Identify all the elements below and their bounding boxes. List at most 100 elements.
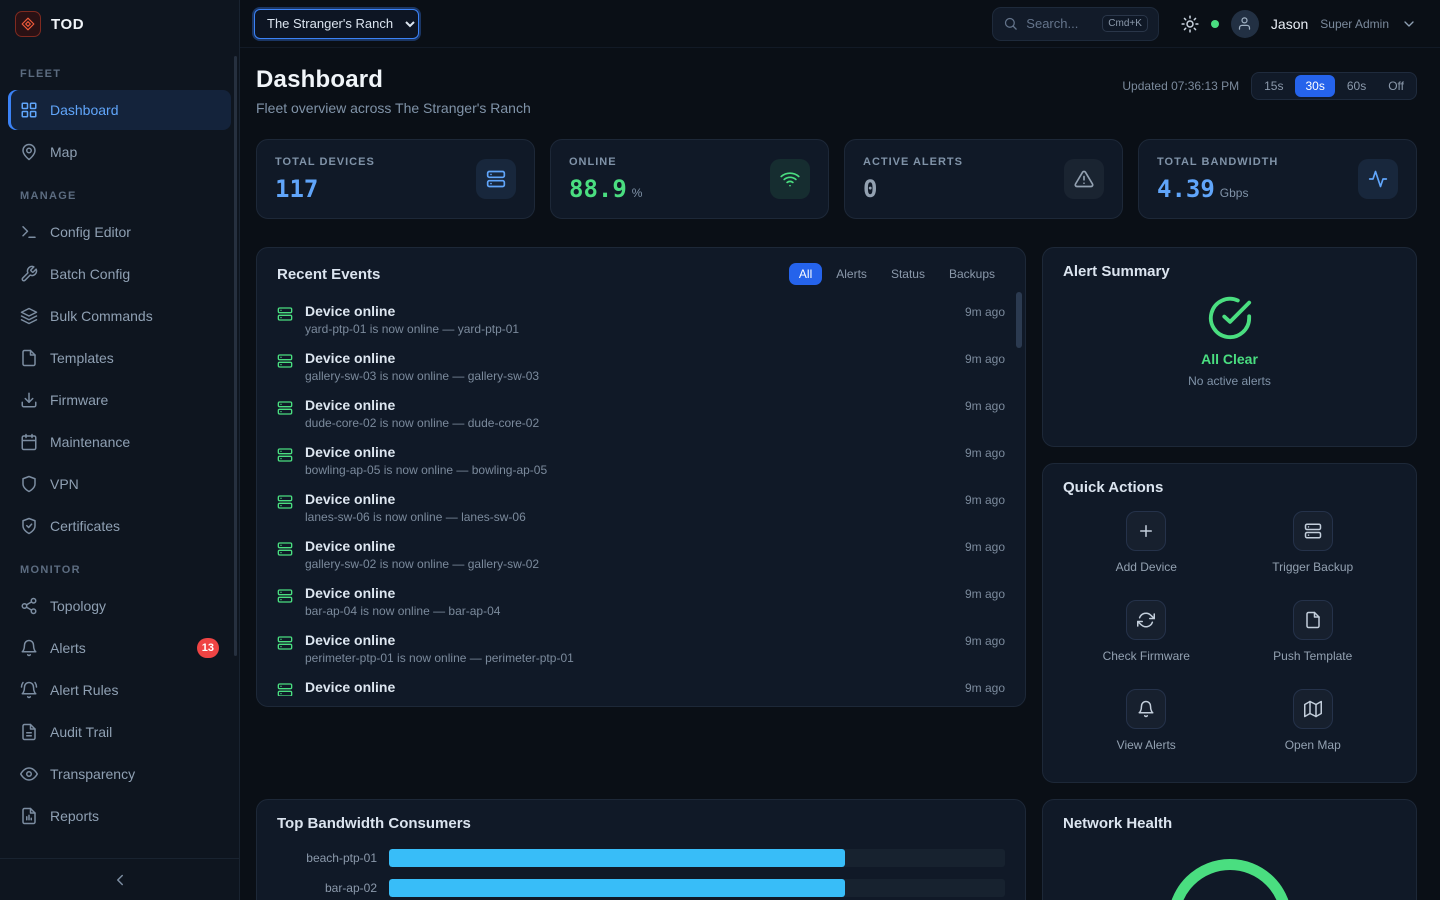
event-title: Device online <box>305 350 539 366</box>
event-title: Device online <box>305 303 519 319</box>
file-icon <box>20 349 38 367</box>
chevron-down-icon <box>1401 16 1417 32</box>
file-icon <box>1293 600 1333 640</box>
refresh-60s-button[interactable]: 60s <box>1337 75 1376 97</box>
avatar[interactable] <box>1231 10 1259 38</box>
topbar: The Stranger's Ranch Cmd+K Jason Super A… <box>240 0 1440 48</box>
sidebar-item-audit-trail[interactable]: Audit Trail <box>8 712 231 752</box>
event-title: Device online <box>305 397 539 413</box>
quick-action-trigger-backup[interactable]: Trigger Backup <box>1272 511 1353 574</box>
sidebar-item-alert-rules[interactable]: Alert Rules <box>8 670 231 710</box>
sidebar-collapse-button[interactable] <box>0 858 239 900</box>
refresh-off-button[interactable]: Off <box>1378 75 1414 97</box>
quick-action-label: Trigger Backup <box>1272 560 1353 574</box>
sidebar-scrollbar[interactable] <box>234 56 237 656</box>
event-row: Device onlinebowling-ap-05 is now online… <box>257 437 1025 484</box>
quick-action-add-device[interactable]: Add Device <box>1116 511 1177 574</box>
bar-track <box>389 879 1005 897</box>
bar-fill <box>389 849 845 867</box>
event-list[interactable]: Device onlineyard-ptp-01 is now online —… <box>257 296 1025 696</box>
quick-action-open-map[interactable]: Open Map <box>1285 689 1341 752</box>
tab-status[interactable]: Status <box>881 263 935 285</box>
search-input[interactable] <box>1026 16 1094 31</box>
bar-track <box>389 849 1005 867</box>
user-name: Jason <box>1271 16 1308 32</box>
refresh-interval-segmented: 15s 30s 60s Off <box>1251 72 1417 100</box>
refresh-30s-button[interactable]: 30s <box>1295 75 1334 97</box>
app-logo-icon <box>15 11 41 37</box>
event-row: Device onlinegallery-sw-03 is now online… <box>257 343 1025 390</box>
shield-icon <box>20 475 38 493</box>
stat-unit: % <box>632 186 643 200</box>
tab-backups[interactable]: Backups <box>939 263 1005 285</box>
report-file-icon <box>20 807 38 825</box>
chevron-left-icon <box>111 871 129 889</box>
event-detail: bowling-ap-05 is now online — bowling-ap… <box>305 463 547 477</box>
topology-share-icon <box>20 597 38 615</box>
bar-category-label: beach-ptp-01 <box>277 851 389 865</box>
refresh-15s-button[interactable]: 15s <box>1254 75 1293 97</box>
sidebar-item-templates[interactable]: Templates <box>8 338 231 378</box>
site-selector[interactable]: The Stranger's Ranch <box>254 9 419 39</box>
app-root: TOD FLEET Dashboard Map MANAGE Config Ed… <box>0 0 1440 900</box>
sidebar-item-batch-config[interactable]: Batch Config <box>8 254 231 294</box>
theme-toggle-button[interactable] <box>1181 15 1199 33</box>
stat-card-online: ONLINE 88.9% <box>550 139 829 219</box>
sidebar-item-firmware[interactable]: Firmware <box>8 380 231 420</box>
page-subtitle: Fleet overview across The Stranger's Ran… <box>256 100 531 116</box>
network-health-title: Network Health <box>1063 815 1172 832</box>
device-server-icon <box>277 353 293 369</box>
sidebar-item-transparency[interactable]: Transparency <box>8 754 231 794</box>
network-health-gauge <box>1168 859 1292 900</box>
sidebar-item-label: Alerts <box>50 640 86 656</box>
stat-cards-row: TOTAL DEVICES 117 ONLINE 88.9% ACTIVE AL… <box>256 139 1417 219</box>
bar-row: beach-ptp-01 <box>257 843 1025 873</box>
event-row: Device onlinebar-ap-04 is now online — b… <box>257 578 1025 625</box>
sidebar-item-label: Alert Rules <box>50 682 118 698</box>
sidebar-item-topology[interactable]: Topology <box>8 586 231 626</box>
network-health-panel: Network Health <box>1042 799 1417 900</box>
event-title: Device online <box>305 632 574 648</box>
alert-summary-title: Alert Summary <box>1063 263 1170 280</box>
sidebar-item-label: VPN <box>50 476 79 492</box>
sidebar-item-dashboard[interactable]: Dashboard <box>8 90 231 130</box>
event-detail: dude-core-02 is now online — dude-core-0… <box>305 416 539 430</box>
bar-fill <box>389 879 845 897</box>
event-time: 9m ago <box>965 305 1005 319</box>
sidebar-item-config-editor[interactable]: Config Editor <box>8 212 231 252</box>
user-menu-toggle[interactable] <box>1401 16 1417 32</box>
tab-alerts[interactable]: Alerts <box>826 263 877 285</box>
left-column: Recent Events All Alerts Status Backups <box>256 247 1026 900</box>
bandwidth-chart-title: Top Bandwidth Consumers <box>277 815 471 832</box>
sidebar-item-alerts[interactable]: Alerts 13 <box>8 628 231 668</box>
sidebar-item-label: Firmware <box>50 392 108 408</box>
device-server-icon <box>277 541 293 557</box>
sidebar-item-map[interactable]: Map <box>8 132 231 172</box>
sidebar-item-maintenance[interactable]: Maintenance <box>8 422 231 462</box>
event-detail: lanes-sw-06 is now online — lanes-sw-06 <box>305 510 526 524</box>
quick-action-check-firmware[interactable]: Check Firmware <box>1103 600 1190 663</box>
quick-action-push-template[interactable]: Push Template <box>1273 600 1352 663</box>
sidebar-item-vpn[interactable]: VPN <box>8 464 231 504</box>
event-row: Device onlinegallery-sw-02 is now online… <box>257 531 1025 578</box>
sidebar-item-certificates[interactable]: Certificates <box>8 506 231 546</box>
search-icon <box>1003 16 1018 31</box>
event-filter-tabs: All Alerts Status Backups <box>789 263 1005 285</box>
quick-actions-title: Quick Actions <box>1063 479 1163 496</box>
quick-action-view-alerts[interactable]: View Alerts <box>1117 689 1176 752</box>
tab-all[interactable]: All <box>789 263 822 285</box>
server-icon <box>476 159 516 199</box>
updated-timestamp: Updated 07:36:13 PM <box>1122 79 1239 93</box>
device-server-icon <box>277 635 293 651</box>
sidebar-item-bulk-commands[interactable]: Bulk Commands <box>8 296 231 336</box>
sidebar-item-reports[interactable]: Reports <box>8 796 231 836</box>
quick-action-label: Check Firmware <box>1103 649 1190 663</box>
sidebar-item-label: Templates <box>50 350 114 366</box>
check-circle-icon <box>1207 295 1253 341</box>
alerts-count-badge: 13 <box>197 638 219 658</box>
events-scrollbar[interactable] <box>1016 292 1022 348</box>
event-time: 9m ago <box>965 399 1005 413</box>
search-box[interactable]: Cmd+K <box>992 7 1159 41</box>
connection-status-dot <box>1211 20 1219 28</box>
event-time: 9m ago <box>965 587 1005 601</box>
